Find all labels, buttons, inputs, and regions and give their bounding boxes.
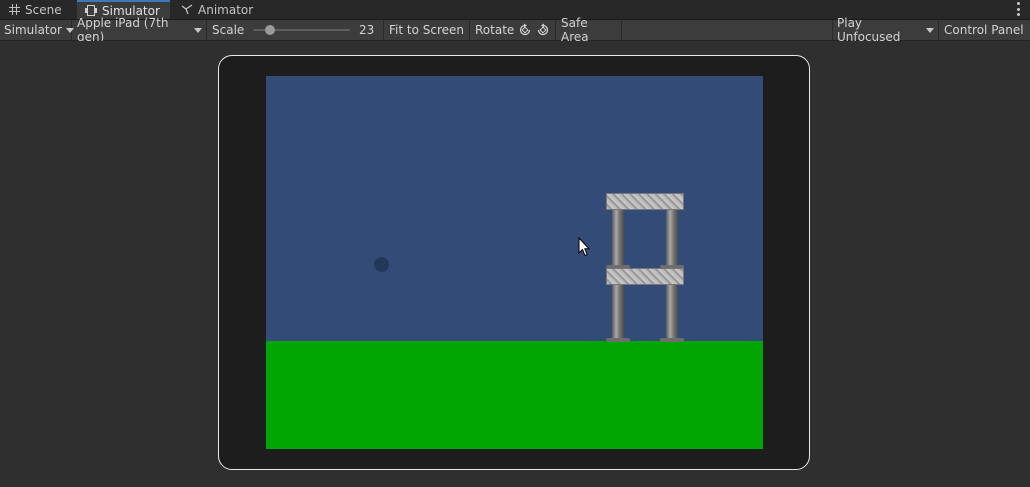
pillar xyxy=(666,285,678,341)
view-dropdown-label: Simulator xyxy=(4,23,62,37)
tab-label: Scene xyxy=(25,2,62,17)
scale-value: 23 xyxy=(359,23,375,37)
ball xyxy=(374,257,389,272)
more-options-icon[interactable] xyxy=(1016,2,1020,16)
stone-slab-middle xyxy=(606,268,684,285)
stone-slab-top xyxy=(606,193,684,210)
pillar xyxy=(666,210,678,268)
pillar-base xyxy=(606,338,630,342)
device-dropdown-label: Apple iPad (7th gen) xyxy=(77,16,169,44)
tab-scene[interactable]: Scene xyxy=(0,0,76,19)
device-dropdown[interactable]: Apple iPad (7th gen) xyxy=(73,16,207,44)
play-mode-dropdown[interactable]: Play Unfocused xyxy=(832,16,939,44)
unity-editor: Scene Simulator Animator Simulator Apple… xyxy=(0,0,1030,487)
tab-label: Animator xyxy=(198,2,254,17)
pillar-base xyxy=(660,338,684,342)
mouse-cursor-icon xyxy=(578,236,591,260)
ground xyxy=(266,341,763,449)
game-screen[interactable] xyxy=(266,76,763,449)
view-dropdown[interactable]: Simulator xyxy=(0,20,74,40)
fit-to-screen-button[interactable]: Fit to Screen xyxy=(385,20,470,40)
rotate-control: Rotate xyxy=(471,20,556,40)
rotate-label: Rotate xyxy=(475,23,515,37)
animator-icon xyxy=(181,4,193,16)
safe-area-label: Safe Area xyxy=(561,16,589,44)
scale-slider-handle[interactable] xyxy=(265,25,275,35)
fit-to-screen-label: Fit to Screen xyxy=(389,23,464,37)
safe-area-button[interactable]: Safe Area xyxy=(557,16,622,44)
control-panel-label: Control Panel xyxy=(944,23,1024,37)
device-icon xyxy=(85,5,97,17)
chevron-down-icon xyxy=(926,27,934,33)
pillar xyxy=(612,285,624,341)
grid-icon xyxy=(8,4,20,16)
chevron-down-icon xyxy=(194,27,202,33)
rotate-right-icon[interactable] xyxy=(536,23,550,37)
rotate-left-icon[interactable] xyxy=(518,23,532,37)
pillar xyxy=(612,210,624,268)
play-mode-label: Play Unfocused xyxy=(837,16,901,44)
scale-label: Scale xyxy=(212,23,245,37)
control-panel-button[interactable]: Control Panel xyxy=(940,20,1030,40)
simulator-toolbar: Simulator Apple iPad (7th gen) Scale 23 … xyxy=(0,16,1030,44)
